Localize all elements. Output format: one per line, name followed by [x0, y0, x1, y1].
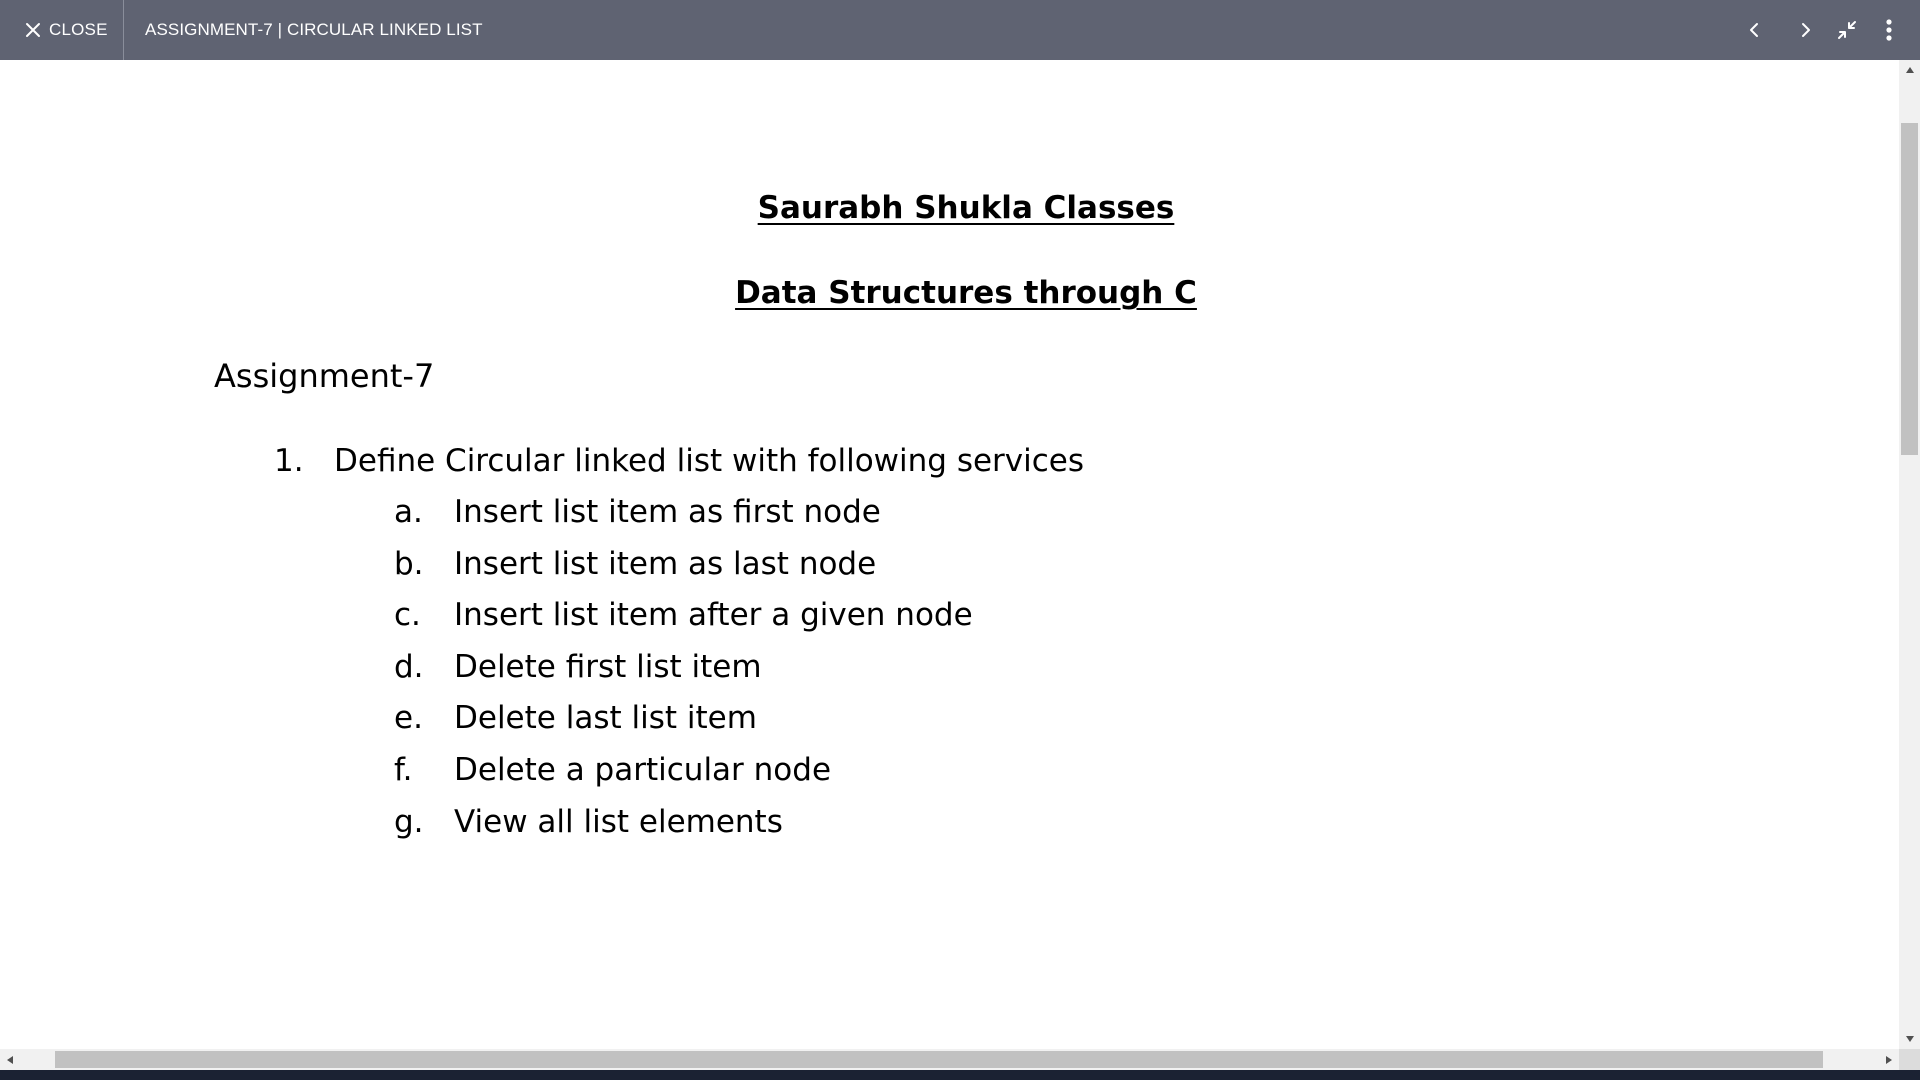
close-icon — [24, 21, 42, 39]
document-title: ASSIGNMENT-7 | CIRCULAR LINKED LIST — [145, 20, 483, 39]
triangle-left-icon — [7, 1055, 13, 1064]
question-number: 1. — [274, 443, 304, 479]
horizontal-scroll-thumb[interactable] — [55, 1051, 1823, 1068]
document-page: Saurabh Shukla Classes Data Structures t… — [0, 60, 1899, 1049]
vertical-scrollbar[interactable] — [1899, 60, 1920, 1049]
list-item-letter: f. — [394, 752, 413, 788]
list-item-text: Insert list item after a given node — [454, 597, 973, 633]
assignment-label: Assignment-7 — [214, 357, 435, 395]
list-item-letter: g. — [394, 804, 424, 840]
list-item: e. Delete last list item — [0, 700, 1400, 744]
scrollbar-corner — [1899, 1049, 1920, 1070]
list-item: g. View all list elements — [0, 804, 1400, 848]
triangle-down-icon — [1905, 1036, 1914, 1042]
next-button[interactable] — [1787, 12, 1823, 48]
chevron-left-icon — [1750, 23, 1758, 37]
chevron-right-icon — [1802, 23, 1810, 37]
scroll-down-button[interactable] — [1899, 1029, 1920, 1049]
list-item: c. Insert list item after a given node — [0, 597, 1400, 641]
list-item-text: Insert list item as last node — [454, 546, 877, 582]
more-vertical-icon — [1886, 19, 1892, 41]
list-item: a. Insert list item as first node — [0, 494, 1400, 538]
document-heading: Saurabh Shukla Classes — [757, 190, 1175, 226]
document-viewer: CLOSE ASSIGNMENT-7 | CIRCULAR LINKED LIS… — [0, 0, 1920, 1080]
vertical-scroll-thumb[interactable] — [1901, 123, 1918, 455]
list-item-text: Delete a particular node — [454, 752, 832, 788]
list-item-letter: d. — [394, 649, 424, 685]
close-label: CLOSE — [49, 20, 108, 39]
horizontal-scrollbar[interactable] — [0, 1049, 1899, 1070]
question-text: Define Circular linked list with followi… — [334, 443, 1085, 479]
exit-fullscreen-button[interactable] — [1829, 12, 1865, 48]
list-item: d. Delete first list item — [0, 649, 1400, 693]
scroll-up-button[interactable] — [1899, 60, 1920, 80]
list-item-letter: c. — [394, 597, 421, 633]
document-subheading: Data Structures through C — [735, 275, 1197, 311]
scroll-left-button[interactable] — [0, 1049, 20, 1070]
list-item-text: Insert list item as first node — [454, 494, 881, 530]
previous-button[interactable] — [1737, 12, 1773, 48]
viewer-toolbar: CLOSE ASSIGNMENT-7 | CIRCULAR LINKED LIS… — [0, 0, 1920, 60]
list-item-letter: a. — [394, 494, 423, 530]
list-item: b. Insert list item as last node — [0, 546, 1400, 590]
triangle-up-icon — [1905, 67, 1914, 73]
list-item-letter: b. — [394, 546, 424, 582]
list-item-text: View all list elements — [454, 804, 783, 840]
bottom-edge-strip — [0, 1070, 1920, 1080]
scroll-right-button[interactable] — [1879, 1049, 1899, 1070]
collapse-icon — [1838, 21, 1856, 39]
triangle-right-icon — [1886, 1055, 1892, 1064]
close-button[interactable]: CLOSE — [0, 0, 124, 60]
list-item-text: Delete first list item — [454, 649, 762, 685]
more-options-button[interactable] — [1871, 12, 1907, 48]
list-item-text: Delete last list item — [454, 700, 757, 736]
list-item: f. Delete a particular node — [0, 752, 1400, 796]
list-item-letter: e. — [394, 700, 423, 736]
